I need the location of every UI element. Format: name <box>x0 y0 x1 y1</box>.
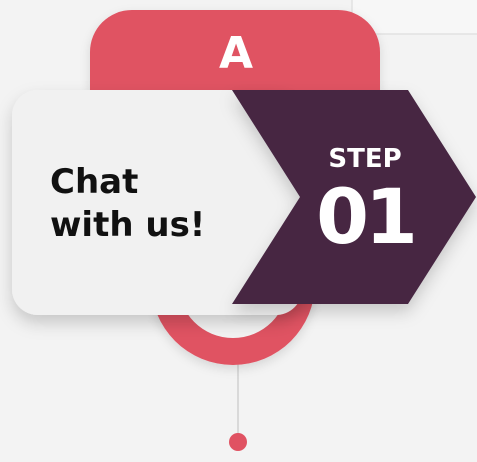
title-line-1: Chat <box>50 162 138 202</box>
connector-dot <box>229 433 247 451</box>
infographic-step: A Chat with us! STEP 01 <box>0 0 477 462</box>
step-number: 01 <box>316 172 414 261</box>
step-graphic: A Chat with us! STEP 01 <box>12 0 477 451</box>
step-letter: A <box>219 28 253 79</box>
step-word: STEP <box>328 144 401 174</box>
title-line-2: with us! <box>50 205 205 245</box>
